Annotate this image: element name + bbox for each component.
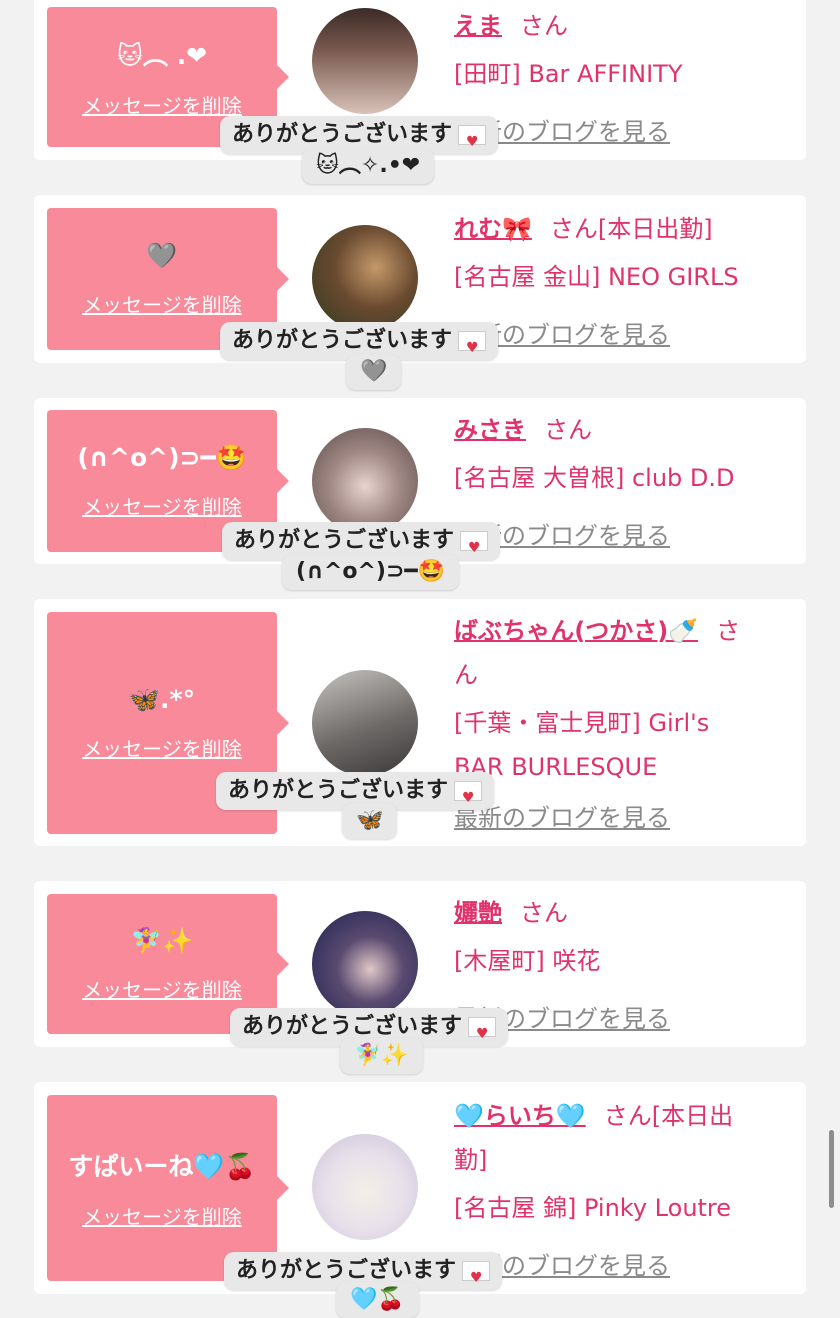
shop-name: [名古屋 錦] Pinky Loutre xyxy=(454,1194,732,1222)
heart-envelope-icon xyxy=(460,529,489,567)
reaction-emoji: 🩶 xyxy=(346,354,402,390)
honorific-wrap: ん xyxy=(454,661,478,689)
heart-envelope-icon xyxy=(468,1015,497,1053)
heart-envelope-icon xyxy=(462,1259,491,1297)
reaction-emoji: 🩵🍒 xyxy=(336,1282,419,1318)
cast-name-link[interactable]: 🩵らいち🩵 xyxy=(454,1102,586,1130)
cast-info: みさき さん [名古屋 大曽根] club D.D xyxy=(454,408,782,500)
avatar[interactable] xyxy=(312,1134,418,1240)
reaction-emoji: (∩^o^)⊃━🤩 xyxy=(282,554,460,590)
cast-name-link[interactable]: ばぶちゃん(つかさ)🍼 xyxy=(454,617,698,645)
cast-name-link[interactable]: えま xyxy=(454,12,502,40)
toast-text: ありがとうございます xyxy=(236,1258,457,1283)
honorific: さん xyxy=(549,215,598,243)
cast-info: ばぶちゃん(つかさ)🍼 さ ん [千葉・富士見町] Girl's BAR BURL… xyxy=(454,609,782,789)
toast-text: ありがとうございます xyxy=(232,328,453,353)
attendance-status-wrap: 勤] xyxy=(454,1146,488,1174)
avatar[interactable] xyxy=(312,428,418,534)
cast-info: 孋艶 さん [木屋町] 咲花 xyxy=(454,891,782,983)
toast-text: ありがとうございます xyxy=(234,528,455,553)
delete-message-link[interactable]: メッセージを削除 xyxy=(82,289,242,318)
delete-message-link[interactable]: メッセージを削除 xyxy=(82,733,242,762)
shop-name: [名古屋 大曽根] club D.D xyxy=(454,464,735,492)
heart-envelope-icon xyxy=(454,779,483,817)
attendance-status: [本日出 xyxy=(651,1102,734,1130)
reaction-emoji: 🧚‍♀️✨ xyxy=(340,1038,423,1074)
avatar[interactable] xyxy=(312,8,418,114)
heart-envelope-icon xyxy=(458,123,487,161)
delete-message-link[interactable]: メッセージを削除 xyxy=(82,974,242,1003)
cast-info: えま さん [田町] Bar AFFINITY xyxy=(454,4,782,96)
vertical-scrollbar[interactable] xyxy=(829,1130,834,1208)
message-text: 🧚‍♀️✨ xyxy=(130,925,194,955)
shop-name-continued: BAR BURLESQUE xyxy=(454,753,658,781)
cast-name-link[interactable]: 孋艶 xyxy=(454,899,502,927)
toast-text: ありがとうございます xyxy=(242,1014,463,1039)
shop-name: [名古屋 金山] NEO GIRLS xyxy=(454,263,739,291)
toast-text: ありがとうございます xyxy=(228,778,449,803)
delete-message-link[interactable]: メッセージを削除 xyxy=(82,1201,242,1230)
shop-name: [田町] Bar AFFINITY xyxy=(454,60,683,88)
delete-message-link[interactable]: メッセージを削除 xyxy=(82,90,242,119)
honorific: さん xyxy=(603,1102,652,1130)
message-text: 🐱︵ .❤ xyxy=(116,40,208,70)
cast-info: れむ🎀 さん[本日出勤] [名古屋 金山] NEO GIRLS xyxy=(454,207,782,299)
reaction-emoji: 🐱︵✧.•❤ xyxy=(302,148,435,184)
attendance-status: [本日出勤] xyxy=(597,215,713,243)
cast-info: 🩵らいち🩵 さん[本日出 勤] [名古屋 錦] Pinky Loutre xyxy=(454,1094,782,1230)
heart-envelope-icon xyxy=(458,329,487,367)
avatar[interactable] xyxy=(312,670,418,776)
reaction-emoji: 🦋 xyxy=(342,803,398,839)
message-text: 🦋.*° xyxy=(128,684,196,714)
message-text: すぱいーね🩵🍒 xyxy=(68,1151,256,1181)
toast-text: ありがとうございます xyxy=(232,122,453,147)
avatar[interactable] xyxy=(312,911,418,1017)
avatar[interactable] xyxy=(312,225,418,331)
message-text: (∩^o^)⊃━🤩 xyxy=(77,442,247,472)
honorific: さん xyxy=(520,899,568,927)
cast-name-link[interactable]: みさき xyxy=(454,416,526,444)
honorific: さ xyxy=(716,617,741,645)
shop-name: [木屋町] 咲花 xyxy=(454,947,601,975)
delete-message-link[interactable]: メッセージを削除 xyxy=(82,491,242,520)
honorific: さん xyxy=(544,416,592,444)
honorific: さん xyxy=(520,12,568,40)
cast-name-link[interactable]: れむ🎀 xyxy=(454,215,532,243)
shop-name: [千葉・富士見町] Girl's xyxy=(454,709,710,737)
message-text: 🩶 xyxy=(146,240,178,270)
